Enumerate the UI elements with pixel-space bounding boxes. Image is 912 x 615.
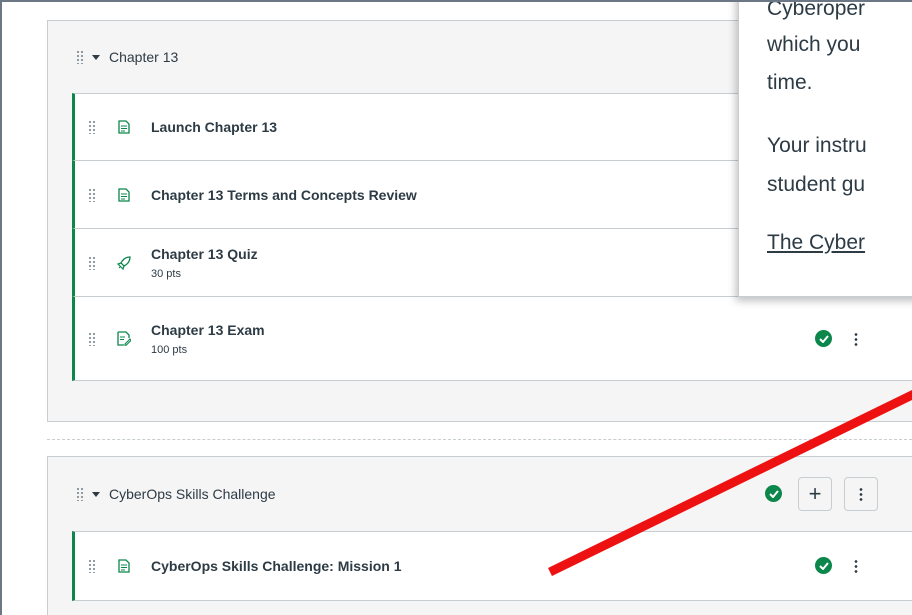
module-item[interactable]: CyberOps Skills Challenge: Mission 1 [72, 531, 912, 601]
item-text: Chapter 13 Exam 100 pts [151, 322, 265, 356]
item-text: Chapter 13 Terms and Concepts Review [151, 187, 417, 203]
item-title[interactable]: Launch Chapter 13 [151, 119, 277, 135]
popover-text: student gu [767, 173, 866, 196]
item-text: Chapter 13 Quiz 30 pts [151, 246, 258, 280]
drag-handle-icon[interactable] [88, 187, 97, 202]
drag-handle-icon[interactable] [76, 487, 85, 501]
page-icon [115, 118, 133, 136]
item-title[interactable]: Chapter 13 Quiz [151, 246, 258, 262]
item-title[interactable]: CyberOps Skills Challenge: Mission 1 [151, 558, 402, 574]
item-title[interactable]: Chapter 13 Terms and Concepts Review [151, 187, 417, 203]
module-list-frame: Chapter 13 Launch Chapter 13 Chapter 13 … [0, 0, 912, 615]
rocket-quiz-icon [115, 254, 133, 272]
module-title[interactable]: Chapter 13 [109, 49, 178, 65]
info-popover: Cyberoper which you time. Your instru st… [738, 0, 912, 297]
item-text: CyberOps Skills Challenge: Mission 1 [151, 558, 402, 574]
add-item-button[interactable]: + [798, 477, 832, 511]
drag-handle-icon[interactable] [76, 50, 85, 64]
drag-handle-icon[interactable] [88, 120, 97, 134]
page-icon [115, 186, 133, 204]
popover-text: Cyberoper [767, 0, 866, 20]
module-items: CyberOps Skills Challenge: Mission 1 [72, 531, 912, 601]
popover-text: Your instru [767, 134, 867, 157]
item-points: 30 pts [151, 267, 181, 280]
published-check-icon[interactable] [815, 330, 832, 347]
assignment-icon [115, 330, 133, 348]
popover-text: time. [767, 71, 813, 94]
module-options-button[interactable] [844, 477, 878, 511]
item-text: Launch Chapter 13 [151, 119, 277, 135]
kebab-menu-icon[interactable] [854, 559, 858, 573]
kebab-menu-icon [859, 487, 863, 501]
module-title[interactable]: CyberOps Skills Challenge [109, 486, 276, 502]
popover-link[interactable]: The Cyber [767, 225, 865, 260]
module-header[interactable]: CyberOps Skills Challenge + [48, 457, 912, 531]
drag-handle-icon[interactable] [88, 331, 97, 346]
collapse-caret-icon[interactable] [92, 491, 100, 497]
drag-handle-icon[interactable] [88, 559, 97, 573]
popover-text: which you [767, 33, 861, 56]
module-separator [47, 439, 912, 440]
module-item[interactable]: Chapter 13 Exam 100 pts [72, 297, 912, 381]
drag-handle-icon[interactable] [88, 255, 97, 270]
kebab-menu-icon[interactable] [854, 332, 858, 346]
item-title[interactable]: Chapter 13 Exam [151, 322, 265, 338]
item-points: 100 pts [151, 343, 188, 356]
published-check-icon[interactable] [815, 557, 832, 574]
module-cyberops-skills-challenge: CyberOps Skills Challenge + CyberOps Ski… [47, 456, 912, 615]
collapse-caret-icon[interactable] [92, 54, 100, 60]
published-check-icon[interactable] [765, 485, 782, 502]
page-icon [115, 557, 133, 575]
